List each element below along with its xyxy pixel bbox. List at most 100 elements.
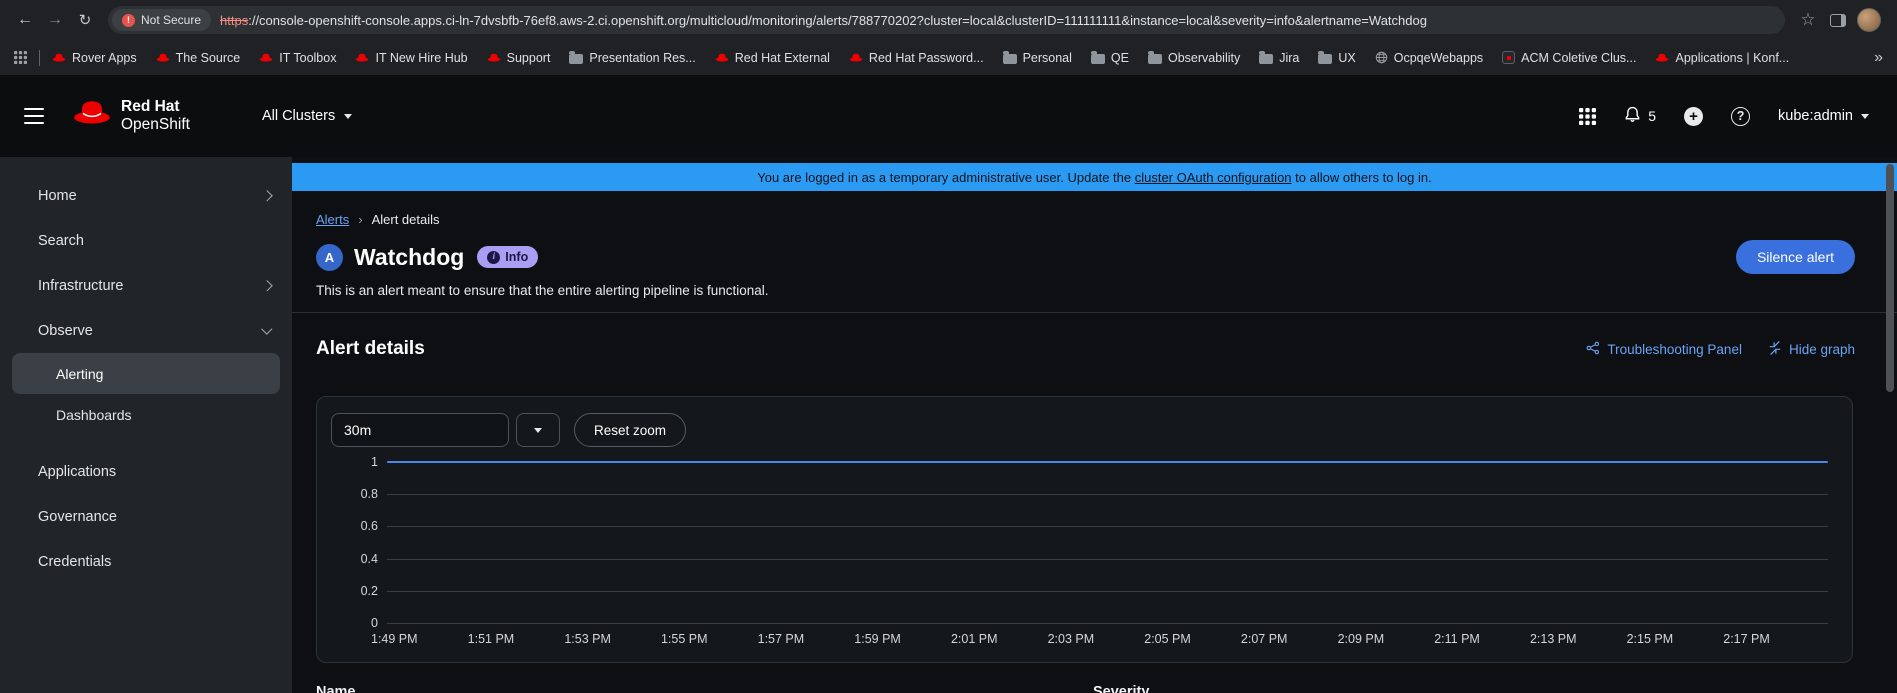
alert-chart-card: 30m Reset zoom 1 0.8 0.6 0.4 0.2 0 1:49 …: [316, 396, 1853, 663]
sidebar-item-alerting[interactable]: Alerting: [12, 353, 280, 394]
redhat-icon: [1655, 53, 1669, 63]
bookmark-item[interactable]: Personal: [1003, 51, 1072, 65]
bookmark-item[interactable]: Red Hat External: [715, 51, 830, 65]
bookmark-item[interactable]: Red Hat Password...: [849, 51, 984, 65]
bookmark-star-button[interactable]: [1793, 5, 1823, 35]
hide-graph-link[interactable]: Hide graph: [1768, 341, 1855, 358]
apps-grid-icon[interactable]: [14, 51, 27, 64]
bookmark-label: The Source: [176, 51, 241, 65]
alert-resource-badge: A: [316, 244, 343, 271]
browser-profile-avatar[interactable]: [1857, 8, 1881, 32]
sidebar-item-observe[interactable]: Observe: [0, 308, 292, 353]
app-launcher-icon[interactable]: [1579, 108, 1596, 125]
refresh-button[interactable]: [70, 5, 100, 35]
x-tick-label: 2:05 PM: [1144, 632, 1191, 646]
breadcrumb-alerts-link[interactable]: Alerts: [316, 212, 349, 227]
brand-line-2: OpenShift: [121, 116, 190, 134]
chevron-down-icon: [1861, 114, 1869, 119]
bookmark-item[interactable]: QE: [1091, 51, 1129, 65]
sidebar-item-governance[interactable]: Governance: [0, 494, 292, 539]
sidebar-item-infrastructure[interactable]: Infrastructure: [0, 263, 292, 308]
folder-icon: [569, 54, 583, 64]
nav-toggle-button[interactable]: [24, 108, 44, 124]
notifications-button[interactable]: 5: [1624, 106, 1656, 126]
bookmarks-overflow-button[interactable]: [1874, 49, 1883, 67]
x-tick-label: 1:57 PM: [758, 632, 805, 646]
user-menu-label: kube:admin: [1778, 108, 1853, 124]
x-tick-label: 1:51 PM: [468, 632, 515, 646]
bookmark-label: Presentation Res...: [589, 51, 695, 65]
bookmark-item[interactable]: The Source: [156, 51, 241, 65]
brand-line-1: Red Hat: [121, 98, 190, 116]
sidebar-item-home[interactable]: Home: [0, 173, 292, 218]
scrollbar[interactable]: [1886, 164, 1894, 392]
back-button[interactable]: [10, 5, 40, 35]
redhat-icon: [355, 53, 369, 63]
add-icon[interactable]: [1684, 107, 1703, 126]
section-title: Alert details: [316, 338, 425, 360]
browser-toolbar: Not Secure https://console-openshift-con…: [0, 0, 1897, 40]
sidebar-item-applications[interactable]: Applications: [0, 449, 292, 494]
page-title: Watchdog: [354, 244, 464, 271]
alert-description: This is an alert meant to ensure that th…: [316, 283, 1855, 298]
bookmark-label: Rover Apps: [72, 51, 137, 65]
sidebar-item-search[interactable]: Search: [0, 218, 292, 263]
name-column-label: Name: [316, 684, 356, 693]
bookmark-item[interactable]: IT Toolbox: [259, 51, 336, 65]
chevron-down-icon: [344, 114, 352, 119]
browser-window: Not Secure https://console-openshift-con…: [0, 0, 1897, 693]
bookmark-label: IT Toolbox: [279, 51, 336, 65]
folder-icon: [1003, 54, 1017, 64]
time-range-input[interactable]: 30m: [331, 413, 509, 447]
redhat-icon: [259, 53, 273, 63]
openshift-masthead: Red Hat OpenShift All Clusters 5 kube:ad…: [0, 75, 1897, 157]
bookmark-label: Support: [507, 51, 551, 65]
side-panel-button[interactable]: [1823, 5, 1853, 35]
bookmark-item[interactable]: OcpqeWebapps: [1375, 51, 1483, 65]
bookmark-item[interactable]: UX: [1318, 51, 1355, 65]
y-tick-label: 0: [371, 616, 378, 630]
oauth-config-link[interactable]: cluster OAuth configuration: [1135, 170, 1292, 185]
bookmark-item[interactable]: Support: [487, 51, 551, 65]
bookmark-item[interactable]: Applications | Konf...: [1655, 51, 1789, 65]
bookmark-item[interactable]: Observability: [1148, 51, 1240, 65]
gridline: [387, 559, 1828, 560]
troubleshooting-panel-link[interactable]: Troubleshooting Panel: [1586, 341, 1742, 358]
chevron-down-icon: [261, 323, 272, 334]
x-tick-label: 2:09 PM: [1338, 632, 1385, 646]
security-chip[interactable]: Not Secure: [112, 9, 211, 31]
sidebar-item-credentials[interactable]: Credentials: [0, 539, 292, 584]
severity-badge: Info: [477, 246, 538, 268]
login-banner: You are logged in as a temporary adminis…: [292, 163, 1897, 191]
silence-alert-button[interactable]: Silence alert: [1736, 240, 1855, 274]
severity-label: Info: [505, 250, 528, 264]
time-range-dropdown-button[interactable]: [516, 413, 560, 447]
x-tick-label: 1:59 PM: [854, 632, 901, 646]
bookmark-item[interactable]: Jira: [1259, 51, 1299, 65]
x-tick-label: 2:17 PM: [1723, 632, 1770, 646]
breadcrumb-current: Alert details: [372, 212, 440, 227]
bookmark-item[interactable]: Rover Apps: [52, 51, 137, 65]
cluster-selector[interactable]: All Clusters: [262, 108, 352, 124]
y-tick-label: 0.2: [361, 584, 378, 598]
bookmark-label: UX: [1338, 51, 1355, 65]
bookmark-label: OcpqeWebapps: [1394, 51, 1483, 65]
watchdog-series-line: [387, 461, 1828, 463]
folder-icon: [1148, 54, 1162, 64]
alert-details-section-header: Alert details Troubleshooting Panel Hide…: [316, 338, 1855, 360]
chevron-right-icon: [261, 280, 272, 291]
address-bar[interactable]: Not Secure https://console-openshift-con…: [108, 6, 1785, 34]
bookmark-item[interactable]: Presentation Res...: [569, 51, 695, 65]
help-icon[interactable]: [1731, 107, 1750, 126]
bookmark-item[interactable]: ACM Coletive Clus...: [1502, 51, 1636, 65]
bookmark-item[interactable]: IT New Hire Hub: [355, 51, 467, 65]
bookmark-label: Jira: [1279, 51, 1299, 65]
user-menu[interactable]: kube:admin: [1778, 108, 1869, 124]
forward-button[interactable]: [40, 5, 70, 35]
gridline: [387, 494, 1828, 495]
sidebar-item-dashboards[interactable]: Dashboards: [12, 394, 280, 435]
x-tick-label: 1:55 PM: [661, 632, 708, 646]
y-tick-label: 0.4: [361, 552, 378, 566]
bookmark-label: IT New Hire Hub: [375, 51, 467, 65]
reset-zoom-button[interactable]: Reset zoom: [574, 413, 686, 447]
